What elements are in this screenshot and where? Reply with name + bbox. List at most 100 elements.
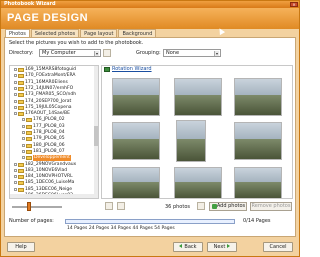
tree-folder-label: 175_19JUL05Copena [25, 104, 72, 110]
expand-icon[interactable] [14, 86, 17, 90]
header-banner: PAGE DESIGN [1, 8, 299, 36]
expand-icon[interactable] [22, 143, 25, 147]
chevron-down-icon [214, 51, 219, 56]
directory-select[interactable]: My Computer [39, 49, 101, 57]
tree-folder-label: 181_JPLO8_07 [33, 148, 65, 154]
folder-icon [18, 175, 24, 180]
expand-icon[interactable] [14, 105, 17, 109]
expand-icon[interactable] [14, 187, 17, 191]
rotation-icon[interactable] [104, 67, 110, 72]
tab-selected-photos[interactable]: Selected photos [30, 29, 80, 37]
expand-icon[interactable] [14, 175, 17, 179]
pages-progress-bar [65, 219, 235, 224]
photo-thumbnail[interactable] [174, 167, 222, 198]
photo-thumbnail[interactable] [234, 78, 282, 116]
expand-icon[interactable] [14, 99, 17, 103]
folder-icon [26, 118, 32, 123]
photo-thumbnail[interactable] [174, 78, 222, 116]
tree-folder-label: 172_14JUN07/ernhFO [25, 85, 74, 91]
photo-thumbnail[interactable] [112, 167, 160, 198]
folder-icon [26, 124, 32, 129]
folder-icon [18, 181, 24, 186]
tree-folder-label: 182_29NOVGrandvaux [25, 161, 77, 167]
pages-indicator: Number of pages: 0/14 Pages 14 Pages 24 … [9, 218, 293, 234]
expand-icon[interactable] [14, 162, 17, 166]
folder-icon [26, 137, 32, 142]
tree-folder-label: 170_FOExtraMont/ERA [25, 73, 76, 79]
photo-toolbar: 36 photos Add photos Remove photos [9, 202, 293, 212]
next-label: Next [213, 244, 226, 250]
remove-photos-label: Remove photos [251, 203, 291, 209]
scrollbar-thumb[interactable] [94, 126, 98, 146]
grouping-select[interactable]: None [163, 49, 221, 57]
folder-icon [18, 93, 24, 98]
photos-panel: Select the pictures you wish to add to t… [4, 37, 296, 237]
mouse-cursor-icon [216, 26, 226, 36]
folder-up-icon[interactable] [103, 49, 111, 57]
select-all-icon[interactable] [197, 202, 205, 210]
folder-icon [26, 149, 32, 154]
expand-icon[interactable] [14, 68, 17, 71]
page-title: PAGE DESIGN [7, 12, 89, 24]
add-photos-button[interactable]: Add photos [209, 202, 247, 211]
next-arrow-icon [227, 244, 231, 248]
expand-icon[interactable] [14, 93, 17, 97]
tree-folder-label: 180_JPLO8_06 [33, 142, 65, 148]
rotation-wizard-link[interactable]: Rotation Wizard [112, 66, 152, 72]
pages-counter: 0/14 Pages [243, 218, 271, 224]
footer-buttons: Help Back Next Cancel [1, 239, 299, 256]
folder-icon [26, 131, 32, 135]
folder-tree[interactable]: 169_15MARS8fotoguid 170_FOExtraMont/ERA 17… [9, 65, 99, 199]
expand-icon[interactable] [22, 131, 25, 134]
pages-tick-labels: 14 Pages 24 Pages 34 Pages 44 Pages 54 P… [67, 226, 175, 231]
cancel-button[interactable]: Cancel [263, 242, 293, 252]
folder-icon [18, 162, 24, 167]
tree-folder-label: 176_JPLO8_02 [33, 117, 65, 123]
expand-icon[interactable] [14, 80, 17, 84]
expand-icon[interactable] [14, 74, 17, 78]
expand-icon[interactable] [22, 149, 25, 153]
folder-icon [26, 143, 32, 148]
photobook-wizard-window: Photobook Wizard × PAGE DESIGN Photos Se… [0, 0, 300, 257]
tab-background[interactable]: Background [118, 29, 157, 37]
add-photos-label: Add photos [216, 203, 246, 209]
photo-thumbnail[interactable] [176, 120, 206, 162]
expand-icon[interactable] [22, 137, 25, 141]
folder-icon [18, 86, 24, 91]
photo-grid[interactable]: Rotation Wizard [101, 65, 293, 199]
back-button[interactable]: Back [173, 242, 203, 252]
cancel-label: Cancel [269, 244, 287, 250]
help-button[interactable]: Help [7, 242, 35, 252]
tab-photos[interactable]: Photos [5, 29, 30, 37]
expand-icon[interactable] [14, 168, 17, 172]
tree-folder-label: 171_16MAR0Eliens [25, 79, 68, 85]
zoom-slider-handle[interactable] [27, 202, 31, 211]
photo-thumbnail[interactable] [234, 122, 282, 160]
photo-thumbnail[interactable] [234, 167, 282, 198]
tree-folder-label: 179_JPLO8_05 [33, 136, 65, 142]
tree-horizontal-scrollbar[interactable] [10, 194, 98, 198]
photo-thumbnail[interactable] [112, 122, 160, 160]
folder-icon [18, 187, 24, 192]
directory-label: Directory: [9, 50, 34, 56]
tree-folder-label: 183_10NOVE6Vlad [25, 167, 68, 173]
photo-count: 36 photos [165, 204, 190, 210]
expand-icon[interactable] [14, 181, 17, 185]
close-icon[interactable]: × [290, 2, 298, 7]
tree-folder-label: 173_FMAR05_SCO/ndh [25, 92, 77, 98]
help-label: Help [15, 244, 27, 250]
expand-icon[interactable] [22, 156, 25, 160]
tree-vertical-scrollbar[interactable] [94, 66, 98, 198]
expand-icon[interactable] [22, 124, 25, 128]
rotate-right-icon[interactable] [117, 202, 125, 210]
remove-photos-button[interactable]: Remove photos [250, 202, 292, 211]
directory-value: My Computer [42, 50, 76, 56]
zoom-slider[interactable] [12, 206, 62, 208]
rotate-left-icon[interactable] [105, 202, 113, 210]
expand-icon[interactable] [22, 118, 25, 122]
next-button[interactable]: Next [207, 242, 237, 252]
tab-page-layout[interactable]: Page layout [80, 29, 118, 37]
expand-icon[interactable] [14, 112, 17, 116]
folder-icon [18, 80, 24, 85]
photo-thumbnail[interactable] [112, 78, 160, 116]
